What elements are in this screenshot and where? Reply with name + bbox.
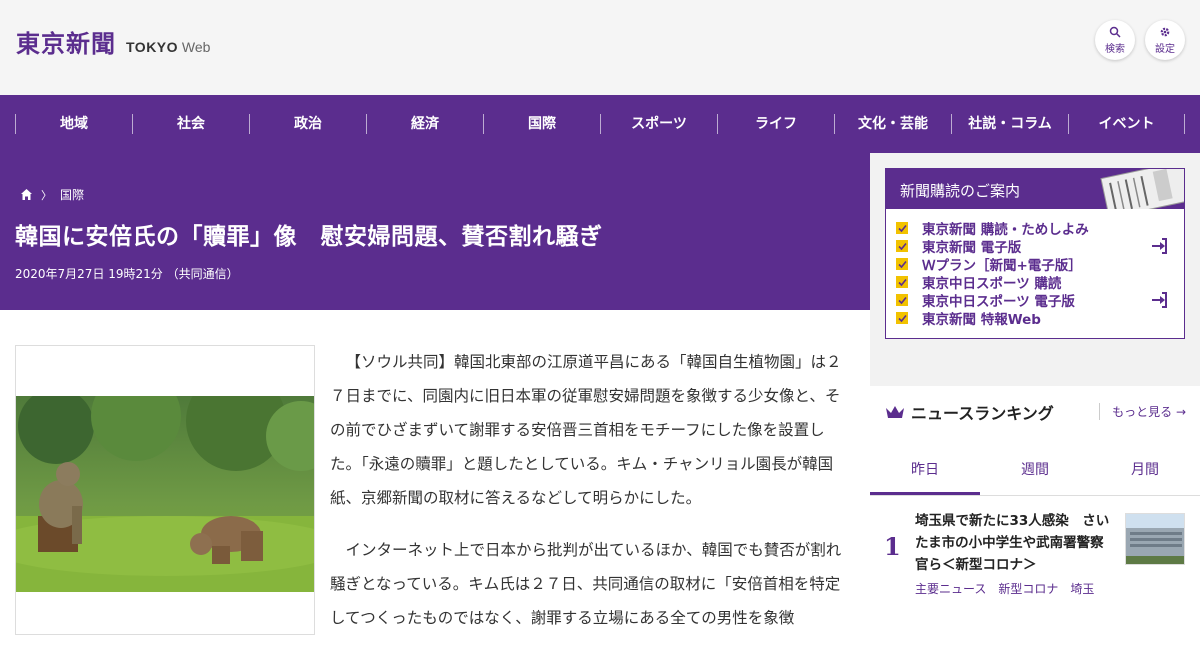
tab-monthly[interactable]: 月間 <box>1090 444 1200 495</box>
rank-title[interactable]: 埼玉県で新たに33人感染 さいたま市の小中学生や武南署警察官ら＜新型コロナ＞ <box>915 510 1115 576</box>
rank-tag[interactable]: 新型コロナ <box>998 580 1058 597</box>
subscription-item[interactable]: 東京中日スポーツ 電子版 <box>896 291 1184 310</box>
tab-yesterday[interactable]: 昨日 <box>870 444 980 495</box>
check-icon <box>896 222 908 234</box>
nav-item-life[interactable]: ライフ <box>717 114 834 134</box>
nav-item-editorial[interactable]: 社説・コラム <box>951 114 1068 134</box>
rank-tags: 主要ニュース 新型コロナ 埼玉 <box>915 580 1094 597</box>
article-paragraph: インターネット上で日本から批判が出ているほか、韓国でも賛否が割れ騒ぎとなっている… <box>330 541 842 627</box>
subscription-header: 新聞購読のご案内 <box>886 169 1184 209</box>
subscription-box: 新聞購読のご案内 東京新聞 購読・ためしよみ 東京新聞 電子版 Ｗプラン［新聞+… <box>885 168 1185 339</box>
sign-in-arrow-icon[interactable] <box>1150 291 1168 309</box>
nav-item-society[interactable]: 社会 <box>132 114 249 134</box>
breadcrumb-category[interactable]: 国際 <box>60 186 84 203</box>
article-body: 【ソウル共同】韓国北東部の江原道平昌にある「韓国自生植物園」は２７日までに、同園… <box>330 345 850 653</box>
sign-in-arrow-icon[interactable] <box>1150 237 1168 255</box>
subscription-item[interactable]: 東京中日スポーツ 購読 <box>896 273 1184 292</box>
main-nav: 地域 社会 政治 経済 国際 スポーツ ライフ 文化・芸能 社説・コラム イベン… <box>0 95 1200 153</box>
ranking-more-link[interactable]: もっと見る → <box>1099 403 1186 420</box>
building-thumbnail-image <box>1126 514 1184 564</box>
subscription-list: 東京新聞 購読・ためしよみ 東京新聞 電子版 Ｗプラン［新聞+電子版］ 東京中日… <box>886 209 1184 328</box>
rank-thumbnail[interactable] <box>1125 513 1185 565</box>
subscription-item[interactable]: 東京新聞 電子版 <box>896 237 1184 256</box>
settings-button[interactable]: 設定 <box>1145 20 1185 60</box>
rank-tag[interactable]: 主要ニュース <box>915 580 986 597</box>
gear-icon <box>1160 27 1170 36</box>
statue-photo-image <box>16 396 314 592</box>
home-icon[interactable] <box>20 188 33 201</box>
article-paragraph: 【ソウル共同】韓国北東部の江原道平昌にある「韓国自生植物園」は２７日までに、同園… <box>330 353 842 507</box>
search-label: 検索 <box>1105 43 1125 55</box>
check-icon <box>896 294 908 306</box>
search-button[interactable]: 検索 <box>1095 20 1135 60</box>
ranking-tabs: 昨日 週間 月間 <box>870 444 1200 496</box>
article-dateline: 2020年7月27日 19時21分 （共同通信） <box>15 267 239 281</box>
arrow-right-icon: → <box>1175 405 1186 419</box>
subscription-item[interactable]: 東京新聞 購読・ためしよみ <box>896 219 1184 238</box>
rank-number: 1 <box>884 532 901 561</box>
article-header: 〉 国際 韓国に安倍氏の「贖罪」像 慰安婦問題、賛否割れ騒ぎ 2020年7月27… <box>0 153 870 310</box>
nav-item-sports[interactable]: スポーツ <box>600 114 717 134</box>
check-icon <box>896 258 908 270</box>
rank-tag[interactable]: 埼玉 <box>1070 580 1094 597</box>
logo-japanese: 東京新聞 <box>16 29 116 58</box>
article-photo-frame <box>15 345 315 635</box>
nav-item-economy[interactable]: 経済 <box>366 114 483 134</box>
news-ranking: ニュースランキング もっと見る → 昨日 週間 月間 1 埼玉県で新たに33人感… <box>870 386 1200 630</box>
subscription-title: 新聞購読のご案内 <box>900 182 1021 200</box>
crown-icon <box>886 406 904 418</box>
nav-item-culture[interactable]: 文化・芸能 <box>834 114 951 134</box>
subscription-item[interactable]: 東京新聞 特報Web <box>896 309 1184 328</box>
check-icon <box>896 240 908 252</box>
site-header: 東京新聞 TOKYO Web 検索 設定 <box>0 0 1200 95</box>
chevron-right-icon: 〉 <box>41 188 52 202</box>
nav-item-politics[interactable]: 政治 <box>249 114 366 134</box>
nav-item-international[interactable]: 国際 <box>483 114 600 134</box>
newspaper-icon <box>1100 169 1184 209</box>
nav-item-events[interactable]: イベント <box>1068 114 1185 134</box>
ranking-title: ニュースランキング <box>911 404 1054 423</box>
sidebar: 新聞購読のご案内 東京新聞 購読・ためしよみ 東京新聞 電子版 Ｗプラン［新聞+… <box>870 153 1200 630</box>
search-icon <box>1109 26 1121 38</box>
article-photo[interactable] <box>16 396 314 592</box>
nav-item-region[interactable]: 地域 <box>15 114 132 134</box>
tab-weekly[interactable]: 週間 <box>980 444 1090 495</box>
site-logo[interactable]: 東京新聞 TOKYO Web <box>16 24 210 59</box>
check-icon <box>896 276 908 288</box>
breadcrumb: 〉 国際 <box>20 186 84 203</box>
settings-label: 設定 <box>1155 43 1175 55</box>
article-title: 韓国に安倍氏の「贖罪」像 慰安婦問題、賛否割れ騒ぎ <box>15 224 603 250</box>
logo-english: TOKYO Web <box>126 39 211 55</box>
ranking-header: ニュースランキング <box>885 400 1054 424</box>
check-icon <box>896 312 908 324</box>
subscription-item[interactable]: Ｗプラン［新聞+電子版］ <box>896 255 1184 274</box>
